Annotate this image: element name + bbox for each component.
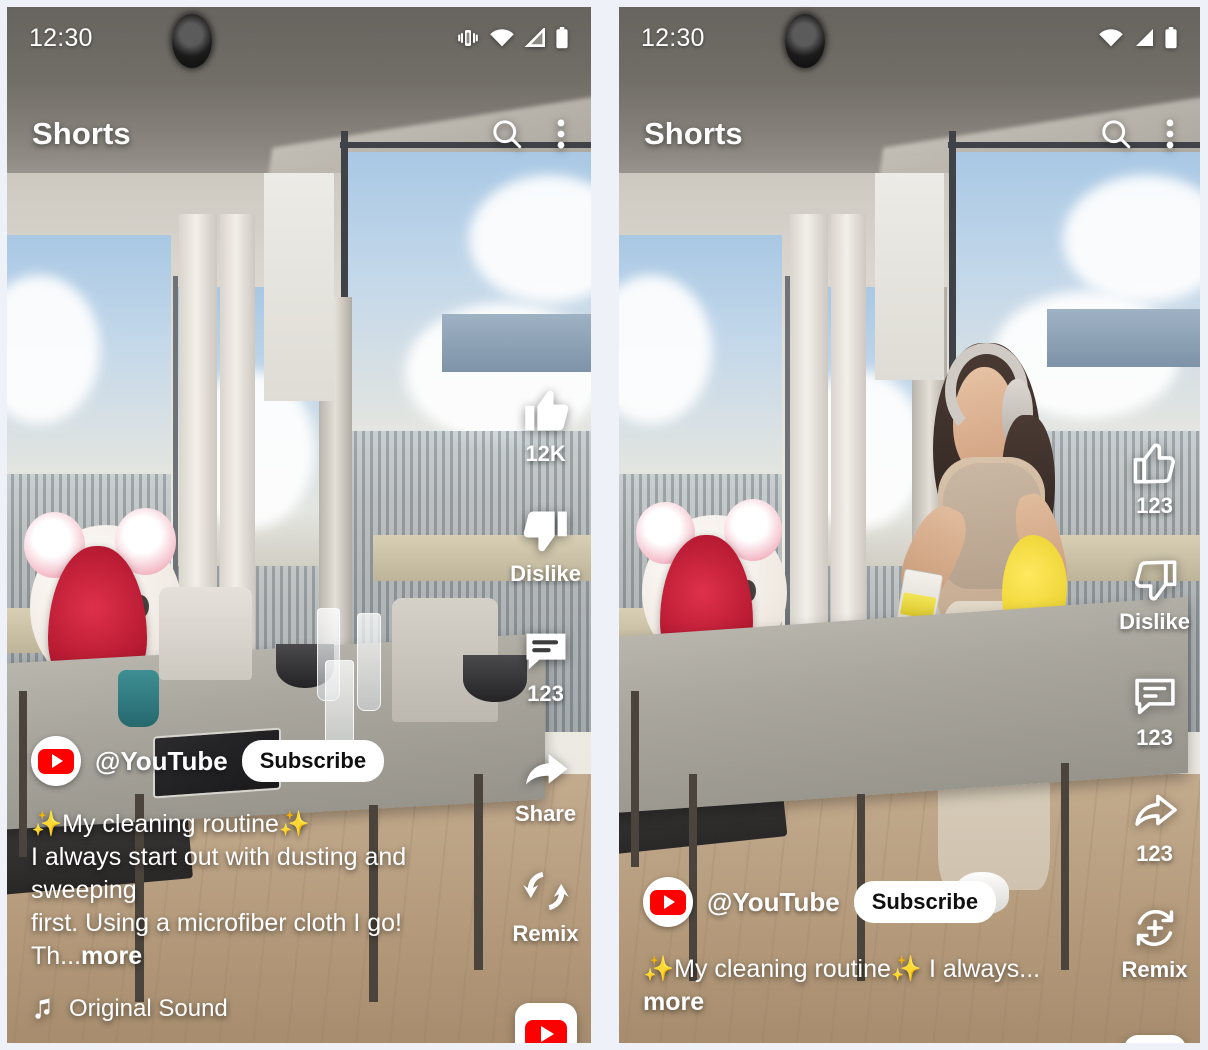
more-link[interactable]: more: [643, 988, 704, 1016]
status-icons: [456, 27, 569, 49]
camera-punch-hole: [172, 14, 212, 68]
channel-handle[interactable]: @YouTube: [95, 746, 228, 777]
share-label: Share: [514, 801, 577, 826]
youtube-logo-icon: [38, 748, 74, 774]
share-filled-icon: [520, 745, 572, 797]
share-button[interactable]: 123: [1130, 787, 1180, 865]
like-button[interactable]: 123: [1130, 439, 1180, 517]
youtube-logo-icon: [650, 889, 686, 915]
thumbs-down-outline-icon: [1130, 555, 1180, 605]
like-button[interactable]: 12K: [520, 385, 572, 465]
more-vertical-icon[interactable]: [1165, 117, 1175, 151]
signal-icon: [524, 28, 546, 48]
comment-outline-icon: [1130, 671, 1180, 721]
video-meta: @YouTube Subscribe ✨My cleaning routine✨…: [643, 877, 1104, 1019]
dislike-button[interactable]: Dislike: [510, 505, 581, 585]
youtube-logo-icon: [524, 1019, 567, 1043]
comment-button[interactable]: 123: [1130, 671, 1180, 749]
dislike-label: Dislike: [510, 561, 581, 586]
comment-count: 123: [1136, 725, 1173, 750]
remix-button[interactable]: Remix: [1122, 903, 1188, 981]
like-count: 123: [1136, 493, 1173, 518]
remix-circle-plus-icon: [1130, 903, 1180, 953]
ui-overlay-right: 12:30 Shorts 123 Dislike 123 123 Remix @…: [619, 7, 1200, 1043]
channel-row: @YouTube Subscribe: [31, 736, 495, 786]
channel-handle[interactable]: @YouTube: [707, 887, 840, 918]
share-outline-icon: [1130, 787, 1180, 837]
comment-filled-icon: [520, 625, 572, 677]
page-title: Shorts: [644, 116, 743, 151]
phone-screen-right: 12:30 Shorts 123 Dislike 123 123 Remix @…: [619, 7, 1200, 1043]
video-meta: @YouTube Subscribe ✨My cleaning routine✨…: [31, 736, 495, 1023]
description-line-1: ✨My cleaning routine✨ I always...: [643, 955, 1041, 983]
action-rail: 123 Dislike 123 123 Remix: [1119, 439, 1190, 1043]
share-count: 123: [1136, 841, 1173, 866]
description-line-1: ✨My cleaning routine✨: [31, 810, 311, 838]
channel-logo-button[interactable]: [514, 1003, 577, 1043]
dislike-button[interactable]: Dislike: [1119, 555, 1190, 633]
thumbs-up-outline-icon: [1130, 439, 1180, 489]
comment-count: 123: [527, 681, 564, 706]
top-bar: Shorts: [7, 103, 591, 165]
vibrate-icon: [456, 27, 480, 49]
subscribe-button[interactable]: Subscribe: [241, 740, 385, 782]
top-bar-actions: [490, 117, 566, 151]
phone-screen-left: 12:30 Shorts 12K Dislike 123 Share Remix…: [7, 7, 591, 1043]
dislike-label: Dislike: [1119, 609, 1190, 634]
search-icon[interactable]: [1099, 117, 1133, 151]
status-clock: 12:30: [29, 23, 93, 52]
remix-arrows-icon: [520, 865, 572, 917]
battery-icon: [1164, 27, 1178, 49]
more-vertical-icon[interactable]: [556, 117, 566, 151]
action-rail: 12K Dislike 123 Share Remix: [510, 385, 581, 1043]
more-link[interactable]: more: [81, 942, 142, 970]
music-note-icon: [31, 996, 57, 1022]
battery-icon: [555, 27, 569, 49]
thumbs-down-filled-icon: [520, 505, 572, 557]
signal-icon: [1133, 28, 1155, 48]
remix-label: Remix: [1121, 957, 1188, 982]
channel-row: @YouTube Subscribe: [643, 877, 1104, 927]
status-icons: [1098, 27, 1178, 49]
comparison-screenshot: 12:30 Shorts 12K Dislike 123 Share Remix…: [0, 0, 1208, 1050]
avatar[interactable]: [31, 736, 81, 786]
video-description[interactable]: ✨My cleaning routine✨ I always start out…: [31, 808, 495, 973]
avatar[interactable]: [643, 877, 693, 927]
channel-logo-button[interactable]: [1123, 1035, 1186, 1043]
search-icon[interactable]: [490, 117, 524, 151]
description-line-2: I always start out with dusting and swee…: [31, 843, 407, 904]
ui-overlay-left: 12:30 Shorts 12K Dislike 123 Share Remix…: [7, 7, 591, 1043]
remix-label: Remix: [512, 921, 579, 946]
remix-button[interactable]: Remix: [513, 865, 579, 945]
page-title: Shorts: [32, 116, 131, 151]
sound-label: Original Sound: [69, 995, 228, 1022]
video-description[interactable]: ✨My cleaning routine✨ I always... more: [643, 953, 1104, 1019]
thumbs-up-filled-icon: [520, 385, 572, 437]
like-count: 12K: [525, 441, 566, 466]
status-clock: 12:30: [641, 23, 705, 52]
sound-row[interactable]: Original Sound: [31, 995, 495, 1023]
status-bar: 12:30: [619, 7, 1200, 69]
comment-button[interactable]: 123: [520, 625, 572, 705]
top-bar: Shorts: [619, 103, 1200, 165]
share-button[interactable]: Share: [515, 745, 576, 825]
wifi-icon: [1098, 28, 1124, 48]
status-bar: 12:30: [7, 7, 591, 69]
camera-punch-hole: [785, 14, 825, 68]
wifi-icon: [489, 28, 515, 48]
subscribe-button[interactable]: Subscribe: [853, 881, 997, 923]
top-bar-actions: [1099, 117, 1175, 151]
